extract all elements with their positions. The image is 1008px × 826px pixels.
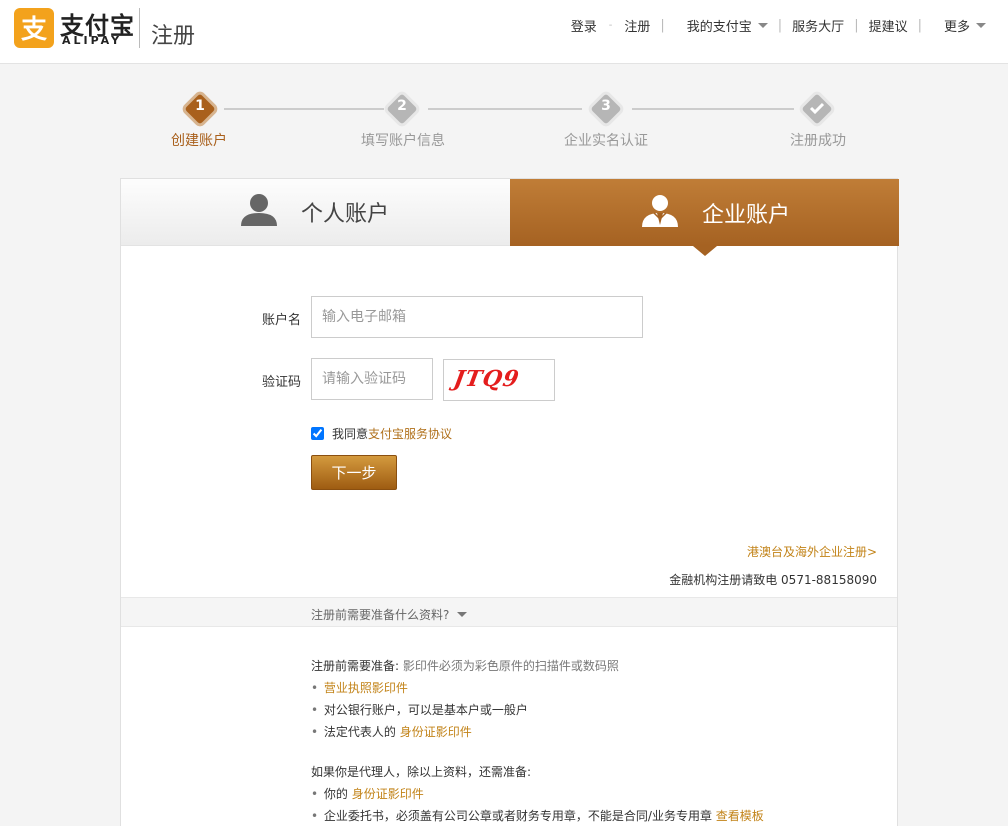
prep-toggle-bar[interactable]: 注册前需要准备什么资料? (121, 597, 897, 627)
list-item: • 企业委托书，必须盖有公司公章或者财务专用章，不能是合同/业务专用章 查看模板 (311, 805, 764, 826)
bullet: • (311, 787, 319, 801)
captcha-input[interactable] (311, 358, 433, 400)
tab-personal-account[interactable]: 个人账户 (121, 179, 510, 246)
prep-toggle-label: 注册前需要准备什么资料? (311, 608, 450, 622)
list-item: • 对公银行账户，可以是基本户或一般户 (311, 699, 764, 721)
business-person-icon (640, 192, 702, 234)
check-icon (803, 98, 831, 122)
nav-separator: | (917, 18, 922, 33)
step-2-label: 填写账户信息 (361, 133, 445, 149)
list-item: • 法定代表人的 身份证影印件 (311, 721, 764, 743)
nav-separator: | (777, 18, 783, 33)
prep-title: 注册前需要准备: (311, 659, 400, 673)
top-nav: 登录 - 注册 | 我的支付宝 | 服务大厅 | 提建议 | 更多 (563, 16, 994, 35)
alipay-logo-icon[interactable]: 支 (14, 8, 54, 48)
bullet: • (311, 703, 319, 717)
account-name-label: 账户名 (261, 313, 301, 328)
step-3-number: 3 (601, 98, 611, 114)
agree-prefix: 我同意 (332, 427, 369, 441)
list-item-text: 企业委托书，必须盖有公司公章或者财务专用章，不能是合同/业务专用章 (323, 809, 716, 823)
captcha-text: JTQ9 (451, 366, 522, 392)
list-item-text: 法定代表人的 (323, 725, 396, 739)
agent-id-card-link[interactable]: 身份证影印件 (352, 787, 424, 801)
bullet: • (311, 725, 319, 739)
step-3-label: 企业实名认证 (564, 133, 648, 149)
overseas-register-link[interactable]: 港澳台及海外企业注册> (747, 543, 877, 560)
nav-my-alipay-label: 我的支付宝 (686, 20, 752, 35)
list-item: • 营业执照影印件 (311, 677, 764, 699)
nav-separator: | (854, 18, 859, 33)
header: 支 支付宝 ALIPAY 注册 登录 - 注册 | 我的支付宝 | 服务大厅 |… (0, 0, 1008, 64)
nav-more[interactable]: 更多 (936, 16, 994, 35)
list-item: • 你的 身份证影印件 (311, 783, 764, 805)
captcha-label: 验证码 (261, 375, 301, 390)
register-panel: 个人账户 企业账户 账户名 验证码 JTQ9 我同意 支付宝服务协议 下一步 港… (120, 178, 899, 826)
tab-enterprise-label: 企业账户 (702, 202, 791, 228)
step-1-number: 1 (195, 98, 205, 114)
nav-my-alipay[interactable]: 我的支付宝 (679, 16, 776, 35)
step-2-number: 2 (397, 98, 407, 114)
svg-text:支: 支 (21, 15, 47, 45)
step-connector (428, 108, 582, 110)
list-item-text: 你的 (323, 787, 348, 801)
nav-dash: - (608, 20, 613, 31)
prep-note: 影印件必须为彩色原件的扫描件或数码照 (402, 659, 619, 673)
agree-checkbox[interactable] (311, 427, 324, 440)
bullet: • (311, 681, 319, 695)
view-template-link[interactable]: 查看模板 (716, 809, 764, 823)
step-4-label: 注册成功 (790, 133, 846, 149)
nav-service-hall-link[interactable]: 服务大厅 (784, 16, 852, 35)
step-connector (224, 108, 384, 110)
bullet: • (311, 809, 319, 823)
next-step-button[interactable]: 下一步 (311, 455, 397, 490)
nav-register-link[interactable]: 注册 (616, 16, 658, 35)
prep-details: 注册前需要准备: 影印件必须为彩色原件的扫描件或数码照 • 营业执照影印件 • … (311, 655, 764, 826)
tab-selected-pointer (693, 246, 717, 256)
agreement-row: 我同意 支付宝服务协议 (311, 425, 452, 442)
tab-personal-label: 个人账户 (301, 202, 390, 227)
prep-title-row: 注册前需要准备: 影印件必须为彩色原件的扫描件或数码照 (311, 655, 764, 677)
prep-toggle[interactable]: 注册前需要准备什么资料? (311, 606, 468, 623)
business-license-link[interactable]: 营业执照影印件 (324, 681, 408, 695)
tab-enterprise-account[interactable]: 企业账户 (510, 179, 899, 246)
captcha-image[interactable]: JTQ9 (443, 359, 555, 401)
nav-suggest-link[interactable]: 提建议 (861, 16, 916, 35)
registration-steps: 1 创建账户 2 填写账户信息 3 企业实名认证 注册成功 (120, 89, 900, 150)
chevron-down-icon (457, 612, 468, 617)
page-title: 注册 (151, 24, 196, 49)
account-email-input[interactable] (311, 296, 643, 338)
brand-name-en: ALIPAY (62, 34, 123, 47)
step-1-label: 创建账户 (171, 133, 227, 149)
brand-divider (139, 8, 140, 48)
agent-title: 如果你是代理人，除以上资料，还需准备: (311, 765, 532, 779)
finance-contact-text: 金融机构注册请致电 0571-88158090 (669, 573, 877, 587)
chevron-down-icon (976, 23, 986, 28)
service-agreement-link[interactable]: 支付宝服务协议 (368, 425, 452, 442)
step-connector (632, 108, 794, 110)
list-item-text: 对公银行账户，可以是基本户或一般户 (323, 703, 528, 717)
nav-more-label: 更多 (943, 20, 970, 35)
id-card-link[interactable]: 身份证影印件 (400, 725, 472, 739)
person-icon (239, 191, 301, 233)
nav-login-link[interactable]: 登录 (563, 16, 605, 35)
nav-separator: | (660, 18, 665, 33)
chevron-down-icon (757, 23, 768, 28)
